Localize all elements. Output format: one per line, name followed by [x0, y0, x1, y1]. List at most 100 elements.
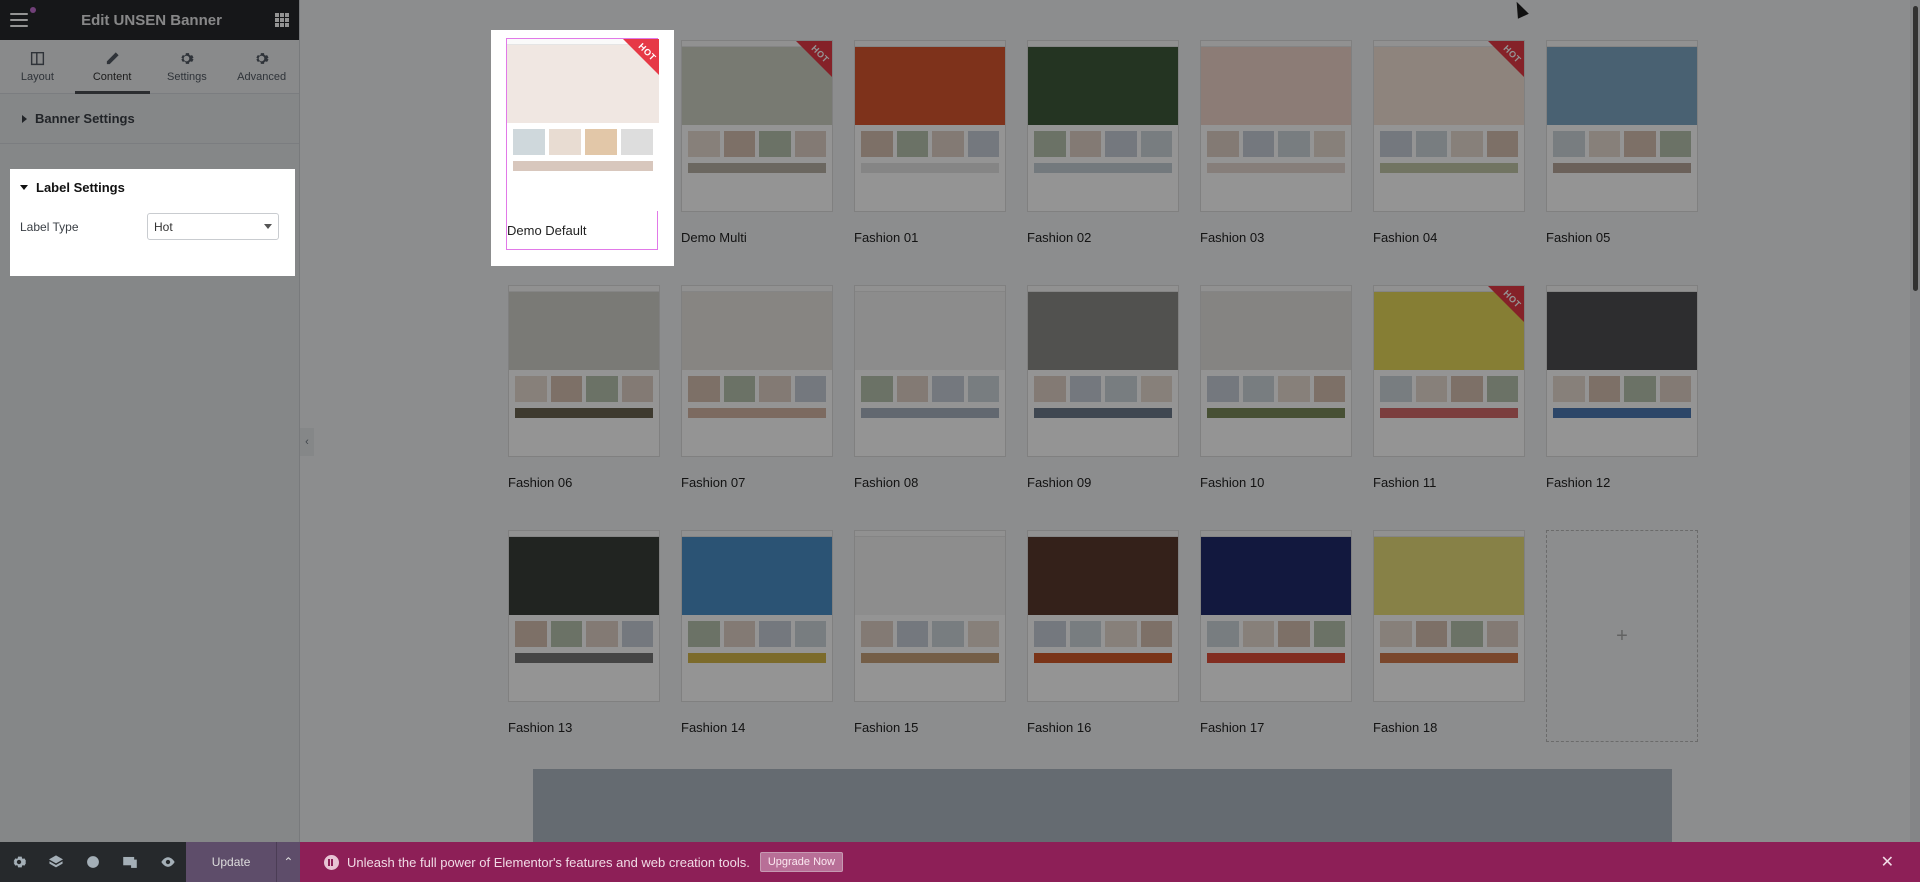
thumb-hero	[509, 531, 659, 615]
thumb-product	[1553, 131, 1585, 157]
demo-label: Fashion 08	[854, 475, 919, 490]
chevron-down-icon	[264, 224, 272, 229]
demo-label: Fashion 06	[508, 475, 573, 490]
demo-card[interactable]: Fashion 01	[854, 40, 1006, 245]
chevron-up-icon[interactable]: ⌃	[275, 842, 301, 882]
menu-icon[interactable]	[10, 7, 36, 27]
thumb-product	[1624, 376, 1656, 402]
thumb-product	[1034, 131, 1066, 157]
widgets-grid-icon[interactable]	[274, 13, 289, 27]
responsive-icon[interactable]	[112, 842, 149, 882]
label-type-select[interactable]: Hot	[147, 213, 279, 240]
tab-content-label: Content	[92, 70, 132, 83]
preview-eye-icon[interactable]	[149, 842, 186, 882]
demo-card[interactable]: Fashion 12	[1546, 285, 1698, 490]
demo-card[interactable]: HOT Demo Multi	[681, 40, 833, 245]
upgrade-now-button[interactable]: Upgrade Now	[759, 852, 844, 872]
thumb-band	[1380, 408, 1518, 418]
thumb-navbar	[855, 41, 1005, 47]
demo-card[interactable]: Fashion 07	[681, 285, 833, 490]
banner-settings-toggle[interactable]: Banner Settings	[0, 94, 299, 144]
history-icon[interactable]	[75, 842, 112, 882]
demo-card[interactable]: Fashion 14	[681, 530, 833, 742]
thumb-product	[1380, 621, 1412, 647]
thumb-product	[1034, 621, 1066, 647]
demo-card[interactable]: Fashion 03	[1200, 40, 1352, 245]
thumb-navbar	[682, 286, 832, 292]
thumb-product	[1069, 131, 1101, 157]
panel-collapse-handle[interactable]: ‹	[300, 428, 314, 456]
thumb-product	[1105, 376, 1137, 402]
selected-demo-card[interactable]: HOT Demo Default	[491, 30, 674, 266]
thumb-product	[621, 376, 653, 402]
thumb-product	[967, 376, 999, 402]
demo-label: Demo Multi	[681, 230, 747, 245]
demo-thumbnail	[1027, 285, 1179, 457]
thumb-product	[932, 376, 964, 402]
thumb-product	[1242, 376, 1274, 402]
demo-card[interactable]: HOT Fashion 11	[1373, 285, 1525, 490]
thumb-product	[759, 131, 791, 157]
panel-header: Edit UNSEN Banner	[0, 0, 299, 40]
thumb-product	[1380, 131, 1412, 157]
thumb-hero	[1201, 41, 1351, 125]
demo-label: Fashion 18	[1373, 720, 1438, 735]
thumb-navbar	[1201, 41, 1351, 47]
thumb-hero	[1374, 531, 1524, 615]
demo-card[interactable]: Fashion 08	[854, 285, 1006, 490]
thumb-products	[1547, 125, 1697, 157]
demo-grid: HOT Demo Default HOT Demo Multi Fashion 01 Fa…	[508, 40, 1698, 742]
tab-advanced[interactable]: Advanced	[224, 40, 299, 93]
label-settings-label: Label Settings	[36, 179, 125, 195]
tab-settings[interactable]: Settings	[150, 40, 225, 93]
demo-card[interactable]: Fashion 02	[1027, 40, 1179, 245]
tab-settings-label: Settings	[167, 70, 207, 83]
label-settings-toggle[interactable]: Label Settings	[10, 169, 295, 205]
demo-card[interactable]: Fashion 10	[1200, 285, 1352, 490]
thumb-band	[1034, 653, 1172, 663]
demo-card[interactable]: HOT Fashion 04	[1373, 40, 1525, 245]
demo-card[interactable]: Fashion 17	[1200, 530, 1352, 742]
caret-right-icon	[22, 114, 27, 123]
demo-thumbnail: HOT	[681, 40, 833, 212]
demo-card[interactable]: Fashion 13	[508, 530, 660, 742]
demo-label: Fashion 16	[1027, 720, 1092, 735]
close-icon[interactable]: ✕	[1881, 852, 1894, 872]
demo-thumbnail	[1027, 40, 1179, 212]
tab-layout[interactable]: Layout	[0, 40, 75, 93]
demo-label: Fashion 04	[1373, 230, 1438, 245]
thumb-products	[855, 370, 1005, 402]
add-demo-placeholder[interactable]: +	[1546, 530, 1698, 742]
update-button[interactable]: Update	[186, 842, 276, 882]
demo-card[interactable]: Fashion 09	[1027, 285, 1179, 490]
thumb-band	[688, 163, 826, 173]
demo-card[interactable]: Fashion 16	[1027, 530, 1179, 742]
tab-layout-label: Layout	[20, 70, 54, 83]
tab-content[interactable]: Content	[74, 40, 150, 94]
thumb-hero	[1028, 286, 1178, 370]
demo-thumbnail	[1200, 40, 1352, 212]
demo-card[interactable]: Fashion 05	[1546, 40, 1698, 245]
scroll-thumb[interactable]	[1913, 6, 1918, 291]
thumb-products	[1028, 370, 1178, 402]
demo-card[interactable]: Fashion 06	[508, 285, 660, 490]
demo-card[interactable]: Fashion 18	[1373, 530, 1525, 742]
thumb-hero	[1547, 41, 1697, 125]
thumb-navbar	[1547, 286, 1697, 292]
canvas-scrollbar[interactable]	[1910, 0, 1920, 842]
thumb-product	[688, 376, 720, 402]
thumb-product	[1451, 131, 1483, 157]
thumb-products	[682, 370, 832, 402]
demo-card[interactable]: Fashion 15	[854, 530, 1006, 742]
settings-icon[interactable]	[0, 842, 37, 882]
thumb-products	[855, 615, 1005, 647]
thumb-navbar	[509, 531, 659, 537]
thumb-product	[967, 131, 999, 157]
demo-label: Fashion 12	[1546, 475, 1611, 490]
thumb-hero	[509, 286, 659, 370]
thumb-navbar	[1028, 41, 1178, 47]
demo-thumbnail	[1200, 530, 1352, 702]
promo-bar: Unleash the full power of Elementor's fe…	[300, 842, 1920, 882]
layers-icon[interactable]	[37, 842, 74, 882]
thumb-product	[1451, 621, 1483, 647]
